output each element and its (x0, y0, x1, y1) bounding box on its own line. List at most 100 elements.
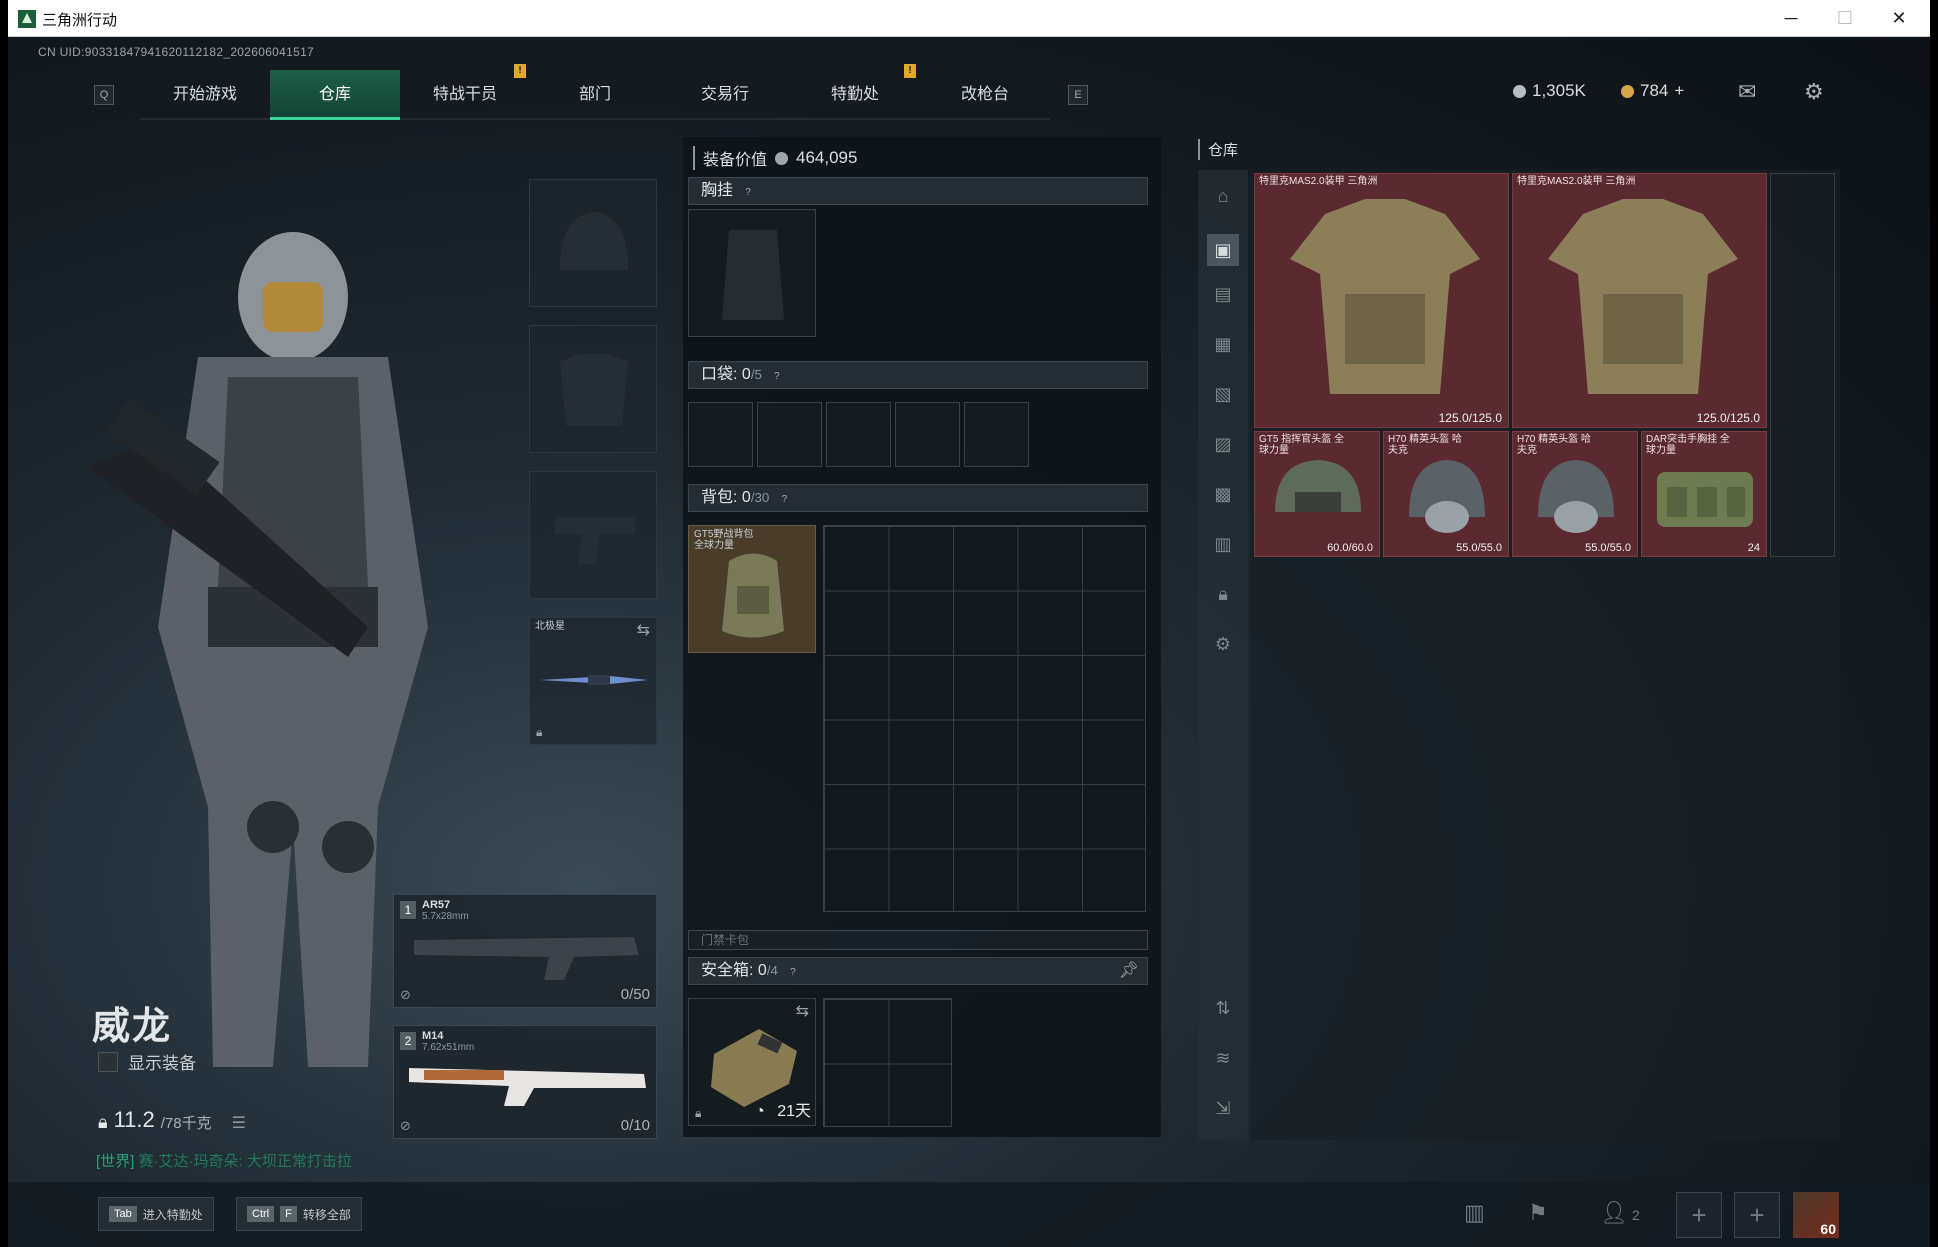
stats-icon[interactable]: ▥ (1464, 1200, 1485, 1226)
pin-icon[interactable]: 📌︎ (1119, 958, 1139, 984)
safe-box-slot[interactable]: ⇆ 🔒︎ ◔ 21天 (688, 998, 816, 1126)
category-ammo-icon[interactable]: ▦ (1211, 332, 1235, 356)
weapon-slot-number: 1 (400, 901, 416, 919)
game-viewport: CN UID:9033184794162011​2182_20260604151… (8, 37, 1930, 1247)
item-durability: 125.0/125.0 (1696, 411, 1760, 425)
item-name: 特里克MAS2.0装甲 三角洲 (1517, 176, 1636, 187)
pocket-label: 口袋: (701, 366, 738, 383)
category-medical-icon[interactable]: ▧ (1211, 382, 1235, 406)
settings-icon[interactable]: ⚙ (1804, 79, 1824, 105)
silver-coin-icon (1513, 84, 1526, 98)
pocket-slot[interactable] (688, 402, 753, 467)
silver-coin-icon (775, 151, 789, 165)
category-weapons-icon[interactable]: ▤ (1211, 282, 1235, 306)
tab-department[interactable]: 部门 (530, 70, 660, 120)
enter-special-ops-hint[interactable]: Tab 进入特勤处 (98, 1197, 214, 1231)
transfer-icon[interactable]: ⇲ (1211, 1096, 1235, 1120)
vest-placeholder-icon (722, 230, 784, 320)
friends-icon[interactable]: 👤︎ 2 (1600, 1200, 1640, 1226)
transfer-all-hint[interactable]: Ctrl F 转移全部 (236, 1197, 362, 1231)
invite-slot-button[interactable]: + (1734, 1192, 1780, 1238)
keycard-label: 门禁卡包 (701, 933, 750, 947)
pocket-count: 0 (741, 366, 751, 383)
chat-message: 赛·艾达·玛奇朵: 大坝正常打击拉 (138, 1153, 352, 1170)
item-durability: 125.0/125.0 (1438, 411, 1502, 425)
category-equipment-icon[interactable]: ▣ (1207, 234, 1239, 266)
swap-icon[interactable]: ⇆ (637, 620, 650, 640)
warehouse-item[interactable]: 特里克MAS2.0装甲 三角洲 125.0/125.0 (1512, 173, 1767, 428)
help-icon[interactable]: ? (741, 186, 755, 200)
pocket-slot[interactable] (895, 402, 960, 467)
layers-icon[interactable]: ≋ (1211, 1046, 1235, 1070)
mail-icon[interactable]: ✉ (1738, 79, 1756, 105)
backpack-slot[interactable]: GT5野战背包 全球力量 (688, 525, 816, 653)
weapon-slot-number: 2 (400, 1032, 416, 1050)
warehouse-item[interactable]: GT5 指挥官头盔 全球力量 60.0/60.0 (1254, 431, 1380, 557)
notification-badge: ! (514, 64, 526, 78)
backpack-grid[interactable] (823, 525, 1146, 912)
lock-icon[interactable]: 🔒︎ (1211, 582, 1235, 606)
add-gold-button[interactable]: + (1674, 81, 1684, 101)
weapon-caliber: 7.62x51mm (422, 1042, 475, 1053)
lock-icon: 🔒︎ (695, 1106, 702, 1120)
friends-count: 2 (1631, 1207, 1640, 1223)
safe-box-max: /4 (766, 963, 778, 978)
maximize-button[interactable]: ☐ (1822, 4, 1868, 32)
melee-slot[interactable]: 北极星 ⇆ 🔒︎ (529, 617, 657, 745)
category-keys-icon[interactable]: ▩ (1211, 482, 1235, 506)
weapon-caliber: 5.7x28mm (422, 911, 469, 922)
world-chat[interactable]: [世界] 赛·艾达·玛奇朵: 大坝正常打击拉 (96, 1150, 352, 1171)
primary-weapon-slot[interactable]: 1 AR57 5.7x28mm ⊘ 0/50 (393, 894, 657, 1008)
close-button[interactable]: ✕ (1876, 4, 1922, 32)
category-tools-icon[interactable]: ▨ (1211, 432, 1235, 456)
item-name: DAR突击手胸挂 全球力量 (1646, 434, 1730, 456)
sort-icon[interactable]: ⇅ (1211, 996, 1235, 1020)
show-equipment-toggle[interactable]: 显示装备 (98, 1049, 196, 1074)
help-icon[interactable]: ? (770, 370, 784, 384)
gold-currency[interactable]: 784 + (1621, 81, 1684, 101)
main-nav: Q 开始游戏 仓库 特战干员 部门 交易行 特勤处 改枪台 ! ! E (80, 64, 1088, 120)
safe-box-timer: 21天 (777, 1103, 811, 1120)
show-equipment-checkbox[interactable] (98, 1051, 118, 1072)
flag-icon[interactable]: ⚑ (1528, 1200, 1548, 1226)
timer-clock-icon: ◔ (755, 1103, 765, 1120)
armor-slot[interactable] (529, 325, 657, 453)
secondary-weapon-slot[interactable]: 2 M14 7.62x51mm ⊘ 0/10 (393, 1025, 657, 1139)
tab-warehouse[interactable]: 仓库 (270, 70, 400, 120)
category-all-icon[interactable]: ⌂ (1211, 184, 1235, 208)
window-title: 三角洲行动 (42, 12, 118, 29)
equipment-value-label: 装备价值 (703, 152, 768, 169)
empty-grid-column[interactable] (1770, 173, 1835, 557)
warehouse-item[interactable]: H70 精英头盔 哈夫克 55.0/55.0 (1512, 431, 1638, 557)
warehouse-item[interactable]: 特里克MAS2.0装甲 三角洲 125.0/125.0 (1254, 173, 1509, 428)
warehouse-grid[interactable]: 特里克MAS2.0装甲 三角洲 125.0/125.0 特里克MAS2.0装甲 … (1250, 170, 1840, 1140)
player-avatar[interactable]: 60 (1793, 1192, 1839, 1238)
tab-gunsmith[interactable]: 改枪台 (920, 70, 1050, 120)
swap-icon[interactable]: ⇆ (796, 1001, 809, 1021)
helmet-slot[interactable] (529, 179, 657, 307)
safe-box-count: 0 (757, 962, 767, 979)
category-misc-icon[interactable]: ▥ (1211, 532, 1235, 556)
tab-trading[interactable]: 交易行 (660, 70, 790, 120)
gear-icon[interactable]: ⚙ (1211, 632, 1235, 656)
pistol-slot[interactable] (529, 471, 657, 599)
help-icon[interactable]: ? (786, 966, 800, 980)
invite-slot-button[interactable]: + (1676, 1192, 1722, 1238)
warehouse-item[interactable]: H70 精英头盔 哈夫克 55.0/55.0 (1383, 431, 1509, 557)
tab-start-game[interactable]: 开始游戏 (140, 70, 270, 120)
pocket-slot[interactable] (964, 402, 1029, 467)
warehouse-item[interactable]: DAR突击手胸挂 全球力量 24 (1641, 431, 1767, 557)
help-icon[interactable]: ? (777, 493, 791, 507)
item-durability: 55.0/55.0 (1456, 542, 1502, 554)
tab-operators[interactable]: 特战干员 (400, 70, 530, 120)
item-name: H70 精英头盔 哈夫克 (1517, 434, 1591, 456)
list-icon[interactable]: ☰ (232, 1113, 246, 1133)
minimize-button[interactable]: ─ (1768, 4, 1814, 32)
weight-value: 11.2 (113, 1107, 155, 1132)
chest-rig-slot[interactable] (688, 209, 816, 337)
pocket-slot[interactable] (757, 402, 822, 467)
tab-special-ops[interactable]: 特勤处 (790, 70, 920, 120)
armor-placeholder-icon (560, 354, 628, 426)
safe-box-grid[interactable] (823, 998, 952, 1127)
pocket-slot[interactable] (826, 402, 891, 467)
